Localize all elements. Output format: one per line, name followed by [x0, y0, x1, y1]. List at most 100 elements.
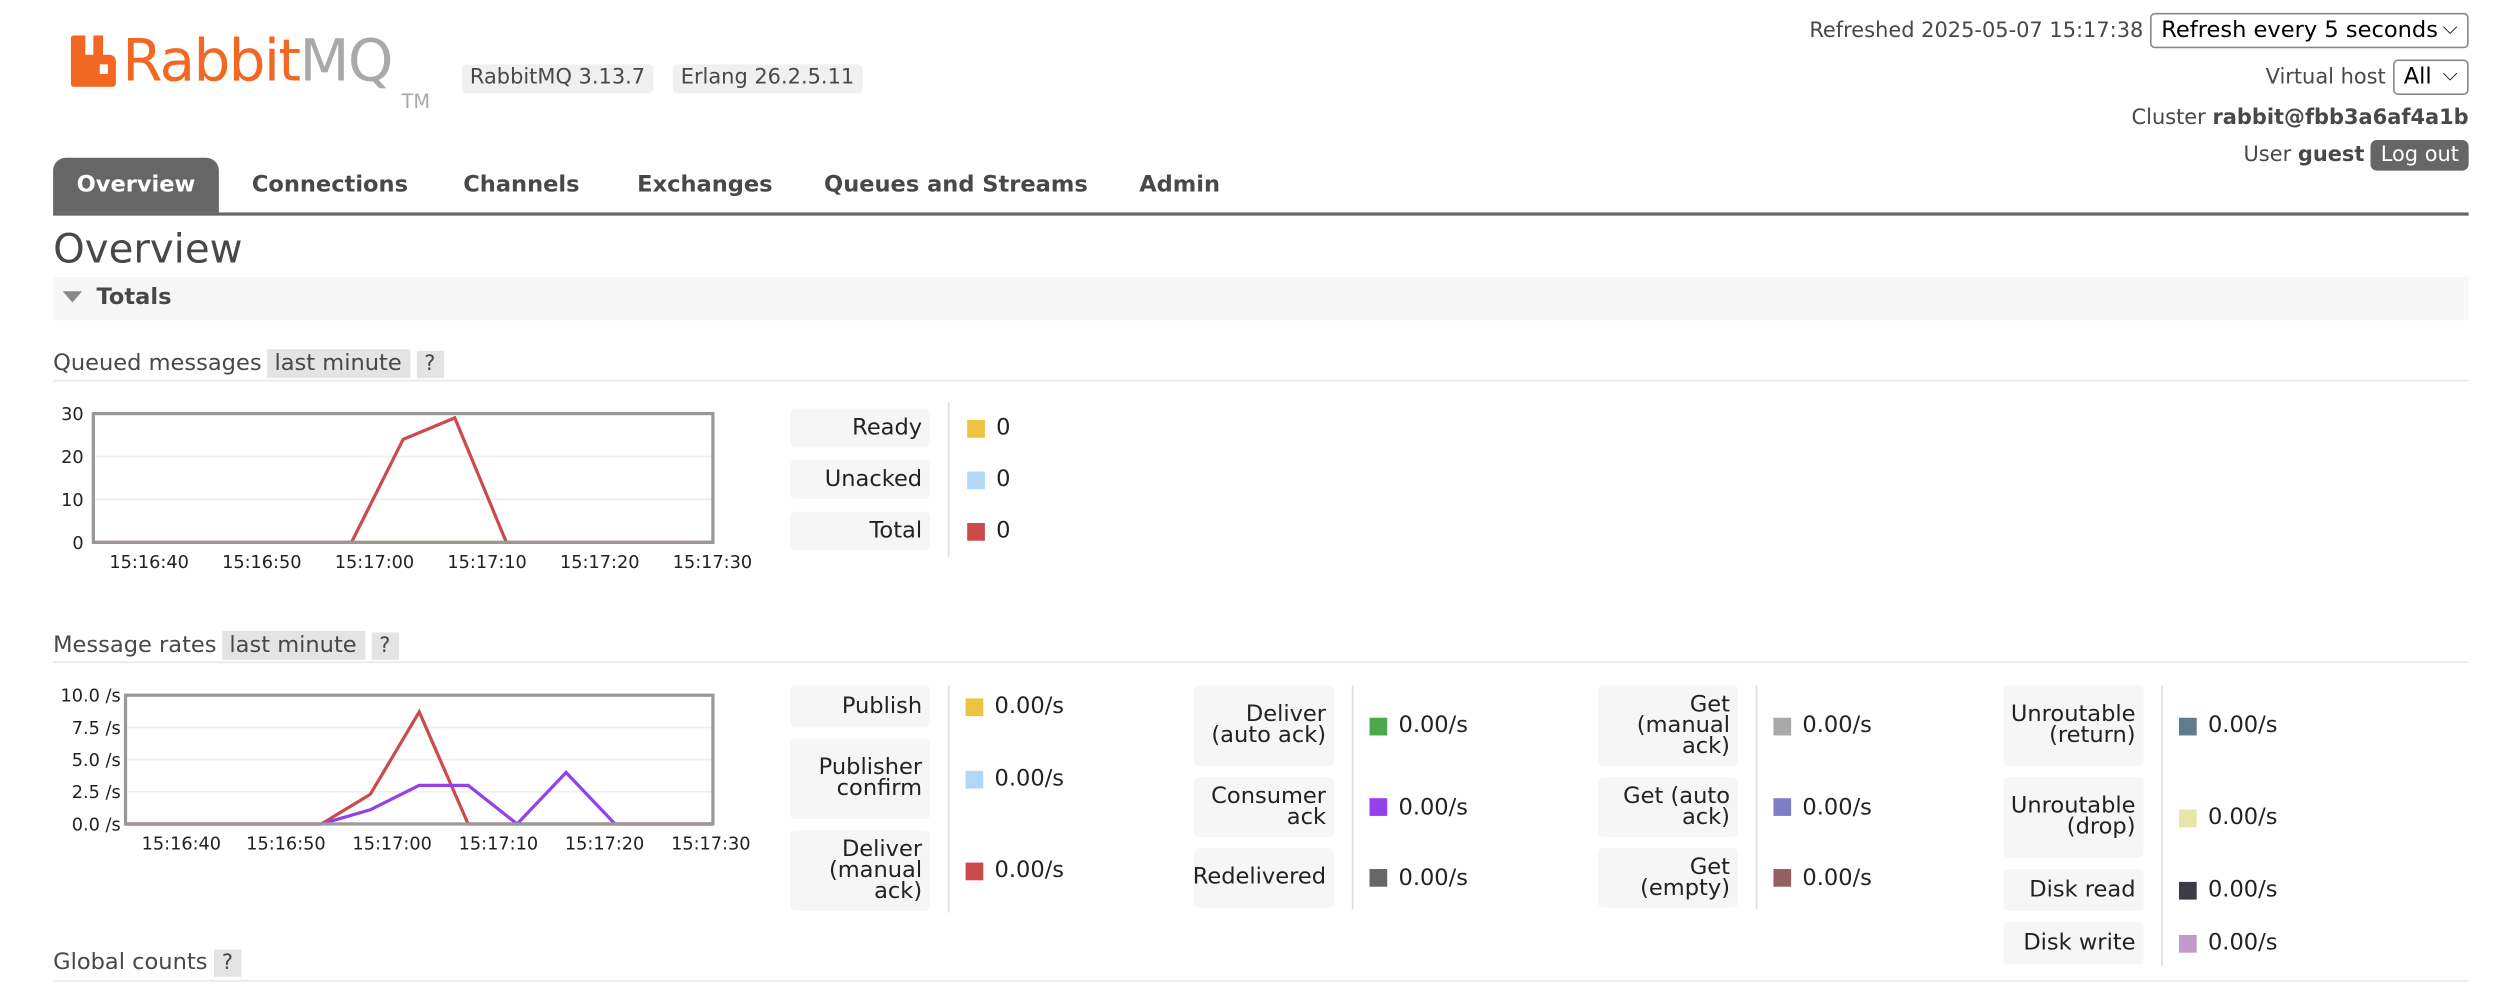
series-color-swatch — [1369, 798, 1388, 816]
y-tick-label: 20 — [61, 448, 84, 468]
x-tick-label: 15:17:20 — [565, 835, 644, 855]
series-line — [93, 415, 713, 544]
refresh-interval-select[interactable]: Refresh every 5 seconds ⌵ — [2150, 12, 2469, 49]
logo-mq-text: MQ — [299, 28, 394, 95]
rate-get-empty-label: Get (empty) — [1598, 848, 1739, 908]
queued-unacked-value: 0 — [967, 460, 1011, 499]
series-line — [125, 770, 713, 827]
message-rates-legend: Publish 0.00/s Publisher confirm 0.00/s Deli… — [790, 685, 2469, 966]
series-color-swatch — [2178, 881, 2197, 899]
rate-value: 0 — [996, 518, 1011, 544]
rabbit-logo-icon — [70, 35, 116, 87]
rate-get-manual-ack-label: Get (manual ack) — [1598, 685, 1739, 767]
rate-unroutable-drop-value: 0.00/s — [2178, 777, 2278, 857]
queued-range-toggle[interactable]: last minute — [266, 349, 410, 379]
x-tick-label: 15:17:10 — [447, 553, 526, 573]
tab-overview[interactable]: Overview — [53, 157, 219, 213]
x-tick-label: 15:16:40 — [109, 553, 188, 573]
rates-range-toggle[interactable]: last minute — [221, 630, 365, 660]
rate-value: 0.00/s — [2207, 712, 2278, 739]
series-color-swatch — [965, 861, 984, 880]
rate-disk-write-value: 0.00/s — [2178, 922, 2278, 964]
series-color-swatch — [1369, 869, 1388, 887]
x-tick-label: 15:17:20 — [560, 553, 639, 573]
rate-value: 0.00/s — [1802, 712, 1872, 739]
refresh-row: Refreshed 2025-05-07 15:17:38 Refresh ev… — [1809, 12, 2469, 49]
queued-ready-label: Ready — [790, 408, 931, 448]
legend-separator — [947, 685, 950, 913]
rate-unroutable-return-value: 0.00/s — [2178, 686, 2278, 766]
logo-wordmark: RabbitMQ TM — [122, 28, 430, 113]
erlang-version-badge: Erlang 26.2.5.11 — [672, 64, 863, 94]
data-point — [417, 784, 421, 787]
y-tick-label: 5.0 /s — [72, 751, 121, 771]
x-tick-label: 15:17:00 — [335, 553, 414, 573]
totals-section-label: Totals — [96, 284, 172, 311]
tab-queues-and-streams[interactable]: Queues and Streams — [814, 158, 1097, 213]
data-point — [368, 793, 372, 796]
tab-channels[interactable]: Channels — [447, 158, 595, 213]
message-rates-chart: 0.0 /s 2.5 /s 5.0 /s 7.5 /s 10.0 /s 15:16:40 1… — [61, 687, 751, 855]
rate-redelivered-label: Redelivered — [1193, 848, 1335, 908]
logo-tm: TM — [401, 90, 431, 113]
page-title: Overview — [53, 225, 243, 272]
rate-consumer-ack-label: Consumer ack — [1194, 777, 1335, 837]
data-point — [466, 784, 470, 787]
queued-ready-value: 0 — [967, 409, 1011, 448]
rate-deliver-manual-ack-value: 0.00/s — [965, 830, 1064, 910]
chevron-down-icon: ⌵ — [2442, 62, 2458, 86]
data-point — [368, 808, 372, 812]
x-tick-label: 15:16:50 — [246, 835, 325, 855]
totals-section-toggle[interactable]: Totals — [53, 276, 2469, 321]
rate-value: 0.00/s — [2207, 804, 2278, 831]
legend-separator — [1755, 685, 1758, 910]
rate-get-empty-value: 0.00/s — [1773, 848, 1872, 908]
rate-value: 0.00/s — [2207, 930, 2278, 956]
data-point — [417, 710, 421, 714]
rate-disk-write-label: Disk write — [2003, 922, 2144, 964]
data-point — [453, 416, 457, 420]
legend-separator — [947, 402, 950, 557]
logo-rabbit-text: Rabbit — [122, 28, 301, 95]
rates-help-button[interactable]: ? — [371, 632, 399, 660]
series-color-swatch — [2178, 716, 2197, 735]
rate-value: 0.00/s — [1802, 864, 1872, 891]
x-tick-label: 15:17:00 — [352, 835, 431, 855]
series-line — [125, 708, 713, 826]
rate-value: 0.00/s — [994, 766, 1065, 792]
legend-separator — [2161, 685, 2163, 966]
vhost-select[interactable]: All ⌵ — [2392, 59, 2469, 95]
rate-deliver-auto-ack-label: Deliver (auto ack) — [1194, 685, 1335, 767]
global-counts-label: Global counts — [53, 949, 208, 976]
tab-admin[interactable]: Admin — [1122, 158, 1238, 213]
x-tick-label: 15:17:30 — [671, 835, 750, 855]
rate-consumer-ack-value: 0.00/s — [1369, 777, 1468, 837]
queued-messages-chart: 0 10 20 30 15:16:40 15:16:50 15:17:00 15:17:10 1… — [61, 405, 752, 573]
rate-unroutable-drop-label: Unroutable (drop) — [2003, 777, 2144, 858]
chevron-down-icon: ⌵ — [2442, 16, 2458, 39]
y-tick-label: 7.5 /s — [72, 719, 121, 739]
rabbitmq-version-badge: RabbitMQ 3.13.7 — [461, 64, 654, 94]
queued-help-button[interactable]: ? — [416, 350, 444, 379]
global-counts-heading: Global counts? — [53, 949, 242, 977]
message-rates-label: Message rates — [53, 632, 217, 659]
data-point — [401, 438, 405, 441]
x-tick-label: 15:17:30 — [673, 553, 752, 573]
rate-value: 0.00/s — [1398, 864, 1468, 891]
queued-unacked-label: Unacked — [790, 460, 931, 499]
series-color-swatch — [1773, 716, 1792, 735]
series-color-swatch — [1773, 798, 1792, 816]
y-tick-label: 10.0 /s — [61, 687, 121, 707]
queued-messages-label: Queued messages — [53, 350, 262, 377]
series-color-swatch — [967, 470, 985, 489]
global-help-button[interactable]: ? — [213, 949, 242, 977]
refreshed-time: 2025-05-07 15:17:38 — [1921, 19, 2144, 44]
rate-redelivered-value: 0.00/s — [1369, 848, 1468, 908]
tab-exchanges[interactable]: Exchanges — [620, 158, 791, 213]
tab-connections[interactable]: Connections — [235, 158, 425, 213]
vhost-label: Virtual host — [2265, 65, 2386, 91]
rate-get-manual-ack-value: 0.00/s — [1773, 686, 1872, 766]
main-nav-tabs: Overview Connections Channels Exchanges … — [53, 157, 2469, 216]
page: RabbitMQ TM RabbitMQ 3.13.7 Erlang 26.2.5… — [0, 0, 2517, 985]
y-tick-label: 10 — [61, 491, 84, 511]
